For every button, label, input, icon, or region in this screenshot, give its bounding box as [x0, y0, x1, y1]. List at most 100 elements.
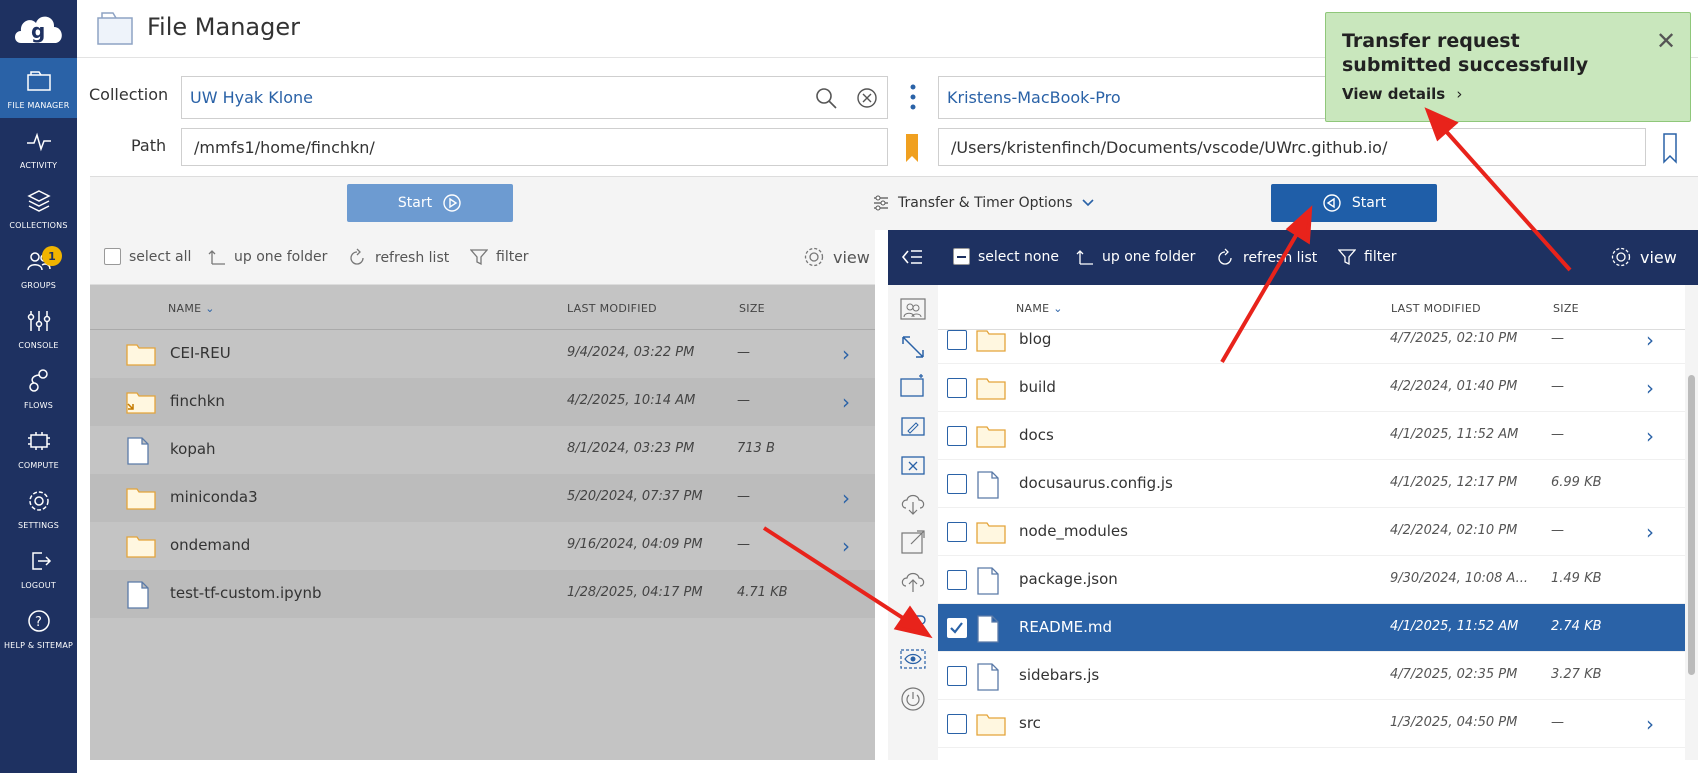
- left-file-row[interactable]: finchkn 4/2/2025, 10:14 AM — ›: [90, 378, 875, 426]
- right-collection-field[interactable]: Kristens-MacBook-Pro: [938, 76, 1328, 119]
- file-icon: [127, 437, 149, 465]
- start-right-button[interactable]: Start: [1271, 184, 1437, 222]
- right-file-row[interactable]: README.md 4/1/2025, 11:52 AM 2.74 KB: [938, 604, 1685, 652]
- nav-console[interactable]: CONSOLE: [0, 298, 77, 358]
- chevron-right-icon[interactable]: ›: [1646, 712, 1654, 736]
- select-all-checkbox[interactable]: [104, 248, 121, 265]
- chevron-right-icon[interactable]: ›: [842, 486, 850, 510]
- globus-logo[interactable]: g: [0, 0, 77, 58]
- select-all-button[interactable]: select all: [104, 248, 191, 265]
- bookmark-icon[interactable]: [904, 132, 920, 164]
- left-filter-button[interactable]: filter: [470, 248, 529, 266]
- left-file-row[interactable]: miniconda3 5/20/2024, 07:37 PM — ›: [90, 474, 875, 522]
- row-checkbox[interactable]: [947, 474, 967, 494]
- nav-file-manager[interactable]: FILE MANAGER: [0, 58, 77, 118]
- chevron-right-icon[interactable]: ›: [842, 390, 850, 414]
- folder-icon: [126, 392, 156, 414]
- collapse-panel-icon[interactable]: [900, 247, 924, 267]
- right-col-name[interactable]: NAME ⌄: [1016, 302, 1063, 315]
- new-folder-icon[interactable]: [899, 372, 927, 400]
- left-path-field[interactable]: /mmfs1/home/finchkn/: [181, 128, 888, 166]
- right-file-row[interactable]: docusaurus.config.js 4/1/2025, 12:17 PM 6.…: [938, 460, 1685, 508]
- right-path-field[interactable]: /Users/kristenfinch/Documents/vscode/UWr…: [938, 128, 1646, 166]
- right-file-row[interactable]: sidebars.js 4/7/2025, 02:35 PM 3.27 KB: [938, 652, 1685, 700]
- nav-activity[interactable]: ACTIVITY: [0, 118, 77, 178]
- right-up-folder-button[interactable]: up one folder: [1076, 248, 1195, 266]
- left-refresh-button[interactable]: refresh list: [347, 248, 449, 268]
- right-file-row[interactable]: node_modules 4/2/2024, 02:10 PM — ›: [938, 508, 1685, 556]
- chevron-right-icon[interactable]: ›: [1646, 520, 1654, 544]
- right-refresh-button[interactable]: refresh list: [1215, 248, 1317, 268]
- row-checkbox[interactable]: [947, 618, 967, 638]
- link-icon[interactable]: [899, 606, 927, 634]
- action-column: [888, 285, 938, 760]
- left-col-name[interactable]: NAME ⌄: [168, 302, 215, 315]
- file-size: 1.49 KB: [1551, 571, 1602, 586]
- nav-settings[interactable]: SETTINGS: [0, 478, 77, 538]
- left-file-row[interactable]: ondemand 9/16/2024, 04:09 PM — ›: [90, 522, 875, 570]
- nav-help[interactable]: ? HELP & SITEMAP: [0, 598, 77, 658]
- nav-logout[interactable]: LOGOUT: [0, 538, 77, 598]
- left-view-button[interactable]: view: [803, 246, 870, 268]
- right-col-size[interactable]: SIZE: [1553, 302, 1579, 315]
- scroll-thumb[interactable]: [1688, 375, 1695, 675]
- chevron-right-icon[interactable]: ›: [842, 534, 850, 558]
- chevron-right-icon[interactable]: ›: [1646, 376, 1654, 400]
- right-file-row[interactable]: blog 4/7/2025, 02:10 PM — ›: [938, 330, 1685, 364]
- nav-groups[interactable]: GROUPS 1: [0, 238, 77, 298]
- chevron-right-icon[interactable]: ›: [1646, 330, 1654, 352]
- left-col-modified[interactable]: LAST MODIFIED: [567, 302, 657, 315]
- folder-icon: [976, 426, 1006, 448]
- nav-compute[interactable]: COMPUTE: [0, 418, 77, 478]
- bookmark-outline-icon[interactable]: [1662, 132, 1678, 164]
- left-collection-field[interactable]: UW Hyak Klone: [181, 76, 888, 119]
- left-up-folder-button[interactable]: up one folder: [208, 248, 327, 266]
- right-scrollbar[interactable]: [1685, 285, 1698, 760]
- nav-collections[interactable]: COLLECTIONS: [0, 178, 77, 238]
- file-modified: 9/4/2024, 03:22 PM: [567, 345, 695, 360]
- row-checkbox[interactable]: [947, 522, 967, 542]
- row-checkbox[interactable]: [947, 666, 967, 686]
- transfer-arrow-icon[interactable]: [899, 333, 927, 361]
- transfer-options[interactable]: Transfer & Timer Options: [872, 194, 1095, 212]
- right-filter-button[interactable]: filter: [1338, 248, 1397, 266]
- row-checkbox[interactable]: [947, 570, 967, 590]
- play-left-icon: [1323, 194, 1341, 212]
- delete-icon[interactable]: [899, 450, 927, 478]
- upload-icon[interactable]: [899, 567, 927, 595]
- chevron-right-icon[interactable]: ›: [1646, 424, 1654, 448]
- flows-icon: [28, 368, 48, 392]
- left-file-row[interactable]: test-tf-custom.ipynb 1/28/2025, 04:17 PM 4…: [90, 570, 875, 618]
- right-view-button[interactable]: view: [1610, 246, 1677, 268]
- left-col-size[interactable]: SIZE: [739, 302, 765, 315]
- power-icon[interactable]: [899, 685, 927, 713]
- download-icon[interactable]: [899, 489, 927, 517]
- more-options-icon[interactable]: [907, 82, 919, 112]
- rename-icon[interactable]: [899, 411, 927, 439]
- right-file-row[interactable]: docs 4/1/2025, 11:52 AM — ›: [938, 412, 1685, 460]
- open-icon[interactable]: [899, 528, 927, 556]
- right-file-row[interactable]: package.json 9/30/2024, 10:08 A... 1.49 KB: [938, 556, 1685, 604]
- right-file-row[interactable]: build 4/2/2024, 01:40 PM — ›: [938, 364, 1685, 412]
- clear-icon[interactable]: [856, 87, 878, 109]
- start-left-button[interactable]: Start: [347, 184, 513, 222]
- nav-label: FILE MANAGER: [7, 100, 70, 110]
- left-file-row[interactable]: CEI-REU 9/4/2024, 03:22 PM — ›: [90, 330, 875, 378]
- right-file-row[interactable]: src 1/3/2025, 04:50 PM — ›: [938, 700, 1685, 748]
- row-checkbox[interactable]: [947, 426, 967, 446]
- close-icon[interactable]: ✕: [1656, 27, 1676, 55]
- left-file-row[interactable]: kopah 8/1/2024, 03:23 PM 713 B: [90, 426, 875, 474]
- chevron-right-icon[interactable]: ›: [842, 342, 850, 366]
- select-none-button[interactable]: select none: [953, 248, 1059, 265]
- search-icon[interactable]: [814, 86, 838, 110]
- row-checkbox[interactable]: [947, 330, 967, 350]
- row-checkbox[interactable]: [947, 714, 967, 734]
- show-hidden-icon[interactable]: [899, 645, 927, 673]
- row-checkbox[interactable]: [947, 378, 967, 398]
- filter-icon: [470, 249, 488, 266]
- share-icon[interactable]: [899, 295, 927, 323]
- nav-flows[interactable]: FLOWS: [0, 358, 77, 418]
- view-details-link[interactable]: View details ›: [1342, 85, 1462, 103]
- right-col-modified[interactable]: LAST MODIFIED: [1391, 302, 1481, 315]
- select-none-checkbox[interactable]: [953, 248, 970, 265]
